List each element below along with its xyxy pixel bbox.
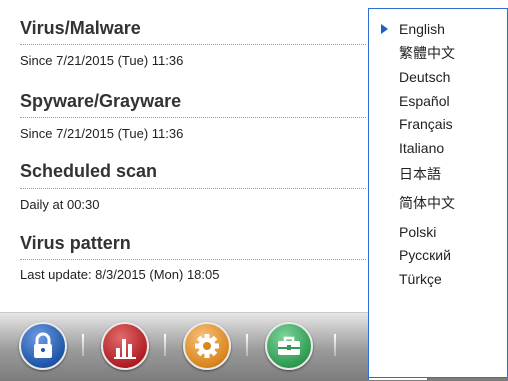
divider <box>20 188 366 189</box>
language-option-russian[interactable]: Русский <box>399 247 451 263</box>
language-option-francais[interactable]: Français <box>399 116 453 132</box>
reports-button[interactable] <box>101 322 149 370</box>
language-option-english[interactable]: English <box>381 21 445 37</box>
section-title-virus-malware: Virus/Malware <box>20 18 141 38</box>
protection-button[interactable] <box>19 322 67 370</box>
language-option-deutsch[interactable]: Deutsch <box>399 69 450 85</box>
bar-chart-icon <box>114 339 136 359</box>
language-option-japanese[interactable]: 日本語 <box>399 164 441 184</box>
settings-button[interactable] <box>183 322 231 370</box>
language-option-italiano[interactable]: Italiano <box>399 140 444 156</box>
section-title-virus-pattern: Virus pattern <box>20 233 131 253</box>
toolbar-separator <box>334 334 336 356</box>
divider <box>20 259 366 260</box>
divider <box>20 44 366 45</box>
section-detail-spyware-grayware: Since 7/21/2015 (Tue) 11:36 <box>20 126 184 141</box>
language-option-polski[interactable]: Polski <box>399 224 436 240</box>
toolbar-separator <box>246 334 248 356</box>
language-option-traditional-chinese[interactable]: 繁體中文 <box>399 43 455 63</box>
section-detail-virus-malware: Since 7/21/2015 (Tue) 11:36 <box>20 53 184 68</box>
section-title-spyware-grayware: Spyware/Grayware <box>20 91 182 111</box>
language-option-turkish[interactable]: Türkçe <box>399 271 442 287</box>
language-option-simplified-chinese[interactable]: 简体中文 <box>399 193 455 213</box>
section-title-scheduled-scan: Scheduled scan <box>20 161 158 181</box>
tools-button[interactable] <box>265 322 313 370</box>
language-option-espanol[interactable]: Español <box>399 93 450 109</box>
section-detail-virus-pattern: Last update: 8/3/2015 (Mon) 18:05 <box>20 267 220 282</box>
gear-icon <box>195 334 219 358</box>
toolbox-icon <box>278 336 300 355</box>
toolbar-separator <box>82 334 84 356</box>
lock-icon <box>34 332 52 358</box>
selected-arrow-icon <box>381 24 388 34</box>
divider <box>20 117 366 118</box>
language-menu: English 繁體中文 Deutsch Español Français It… <box>368 8 508 378</box>
toolbar-separator <box>164 334 166 356</box>
section-detail-scheduled-scan: Daily at 00:30 <box>20 197 100 212</box>
language-label: English <box>399 21 445 37</box>
